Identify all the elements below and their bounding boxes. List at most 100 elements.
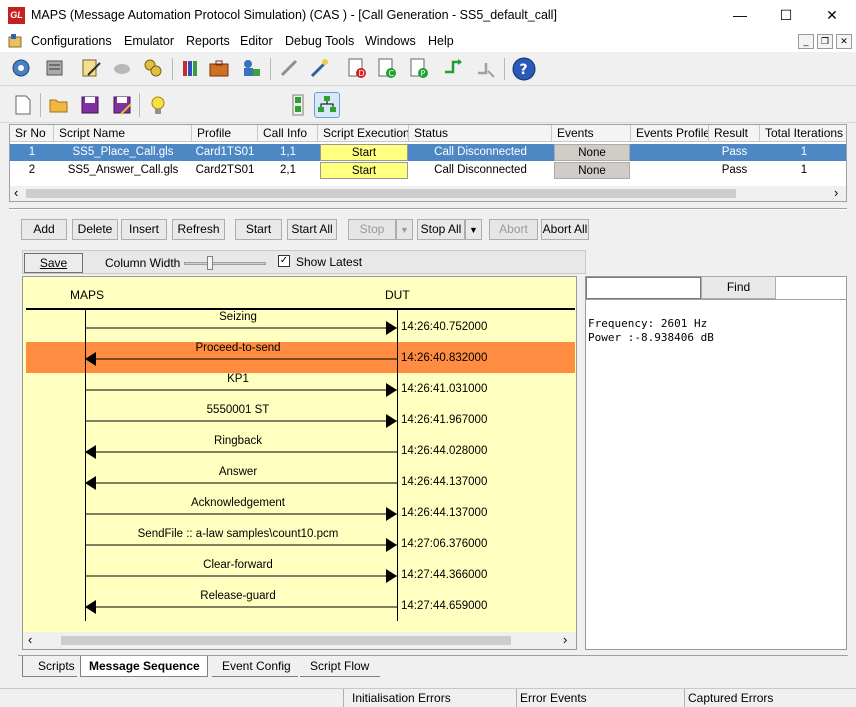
edit-profile-icon[interactable] [80,57,102,79]
tab-script-flow[interactable]: Script Flow [300,656,380,677]
save-disk-icon[interactable] [79,94,101,116]
sequence-horizontal-scrollbar[interactable]: ‹ › [23,632,576,649]
show-latest-checkbox[interactable]: ✓ [278,255,290,267]
search-input[interactable] [586,277,701,299]
menu-reports[interactable]: Reports [186,34,230,48]
close-button[interactable]: ✕ [810,4,854,26]
save-as-icon[interactable] [111,94,133,116]
status-initialisation-errors[interactable]: Initialisation Errors [352,691,451,705]
column-header[interactable]: Status [409,125,552,142]
table-row[interactable]: 1 SS5_Place_Call.gls Card1TS01 1,1 Start… [10,144,846,161]
open-folder-icon[interactable] [48,94,70,116]
report-p-icon[interactable]: P [408,57,430,79]
arrow-left-icon [85,445,397,459]
column-header[interactable]: Script Execution [318,125,409,142]
insert-button[interactable]: Insert [121,219,167,240]
pen-disabled-icon[interactable] [278,57,300,79]
cell-status: Call Disconnected [434,146,527,158]
tab-scripts[interactable]: Scripts [22,656,77,677]
lightbulb-icon[interactable] [147,94,169,116]
magic-wand-icon[interactable] [308,57,330,79]
menu-editor[interactable]: Editor [240,34,273,48]
delete-button[interactable]: Delete [72,219,118,240]
arrow-right-icon [85,569,397,583]
table-horizontal-scrollbar[interactable]: ‹ › [10,186,846,201]
mdi-restore-button[interactable]: ❐ [817,34,833,49]
report-c-icon[interactable]: C [376,57,398,79]
tree-layout-icon[interactable] [314,92,340,118]
stop-all-dropdown-button[interactable]: ▼ [465,219,482,240]
column-header[interactable]: Result [709,125,760,142]
settings-gear-icon[interactable] [10,57,32,79]
start-all-button[interactable]: Start All [287,219,337,240]
column-header[interactable]: Call Info [258,125,318,142]
menu-emulator[interactable]: Emulator [124,34,174,48]
start-script-button[interactable]: Start [320,162,408,179]
mdi-minimize-button[interactable]: _ [798,34,814,49]
mdi-close-button[interactable]: ✕ [836,34,852,49]
save-button[interactable]: Save [24,253,83,273]
load-scripts-icon[interactable] [142,57,164,79]
tab-message-sequence[interactable]: Message Sequence [80,656,208,677]
script-list-icon[interactable] [44,57,66,79]
column-header[interactable]: Events Profile [631,125,709,142]
column-header[interactable]: Events [552,125,631,142]
tab-event-config[interactable]: Event Config [212,656,298,677]
table-row[interactable]: 2 SS5_Answer_Call.gls Card2TS01 2,1 Star… [10,162,846,179]
menu-help[interactable]: Help [428,34,454,48]
app-menu-icon[interactable] [8,34,24,49]
column-header[interactable]: Profile [192,125,258,142]
cloud-icon[interactable] [111,57,133,79]
slider-thumb[interactable] [207,256,213,270]
cell-iterations: 1 [800,146,808,158]
events-button[interactable]: None [554,144,630,161]
help-icon[interactable]: ? [512,57,536,81]
lock-user-icon[interactable] [240,57,262,79]
menu-debug-tools[interactable]: Debug Tools [285,34,354,48]
vertical-layout-icon[interactable] [287,94,309,116]
abort-button[interactable]: Abort [489,219,538,240]
column-header[interactable]: Script Name [54,125,192,142]
details-panel: Find Frequency: 2601 Hz Power :-8.938406… [585,276,847,650]
report-d-icon[interactable]: D [346,57,368,79]
cell-result: Pass [721,146,748,158]
cell-result: Pass [721,164,748,176]
chevron-down-icon: ▼ [469,225,478,235]
find-button[interactable]: Find [701,276,776,299]
svg-text:?: ? [520,62,528,78]
scroll-right-icon[interactable]: › [834,186,838,200]
column-width-slider[interactable] [184,256,266,270]
stop-all-button[interactable]: Stop All [417,219,465,240]
add-button[interactable]: Add [21,219,67,240]
connect-icon[interactable] [442,57,464,79]
scroll-right-icon[interactable]: › [563,632,567,648]
events-button[interactable]: None [554,162,630,179]
status-error-events[interactable]: Error Events [520,691,587,705]
scrollbar-thumb[interactable] [61,636,511,645]
abort-all-button[interactable]: Abort All [541,219,589,240]
menu-configurations[interactable]: Configurations [31,34,112,48]
column-header[interactable]: Total Iterations [760,125,846,142]
cell-profile: Card1TS01 [195,146,255,158]
start-button[interactable]: Start [235,219,282,240]
minimize-button[interactable]: — [718,4,762,26]
arrow-left-icon [85,476,397,490]
scrollbar-thumb[interactable] [26,189,736,198]
disconnect-disabled-icon[interactable] [474,57,496,79]
start-script-button[interactable]: Start [320,144,408,161]
message-timestamp: 14:27:44.366000 [401,569,488,581]
splitter[interactable] [9,208,847,210]
stop-dropdown-button[interactable]: ▼ [396,219,413,240]
new-file-icon[interactable] [12,94,34,116]
refresh-button[interactable]: Refresh [172,219,225,240]
briefcase-icon[interactable] [208,57,230,79]
status-captured-errors[interactable]: Captured Errors [688,691,773,705]
books-icon[interactable] [180,57,202,79]
stop-button[interactable]: Stop [348,219,396,240]
scroll-left-icon[interactable]: ‹ [14,186,18,200]
menu-windows[interactable]: Windows [365,34,416,48]
column-header[interactable]: Sr No [10,125,54,142]
message-timestamp: 14:27:44.659000 [401,600,488,612]
maximize-button[interactable]: ☐ [764,4,808,26]
scroll-left-icon[interactable]: ‹ [28,632,32,648]
